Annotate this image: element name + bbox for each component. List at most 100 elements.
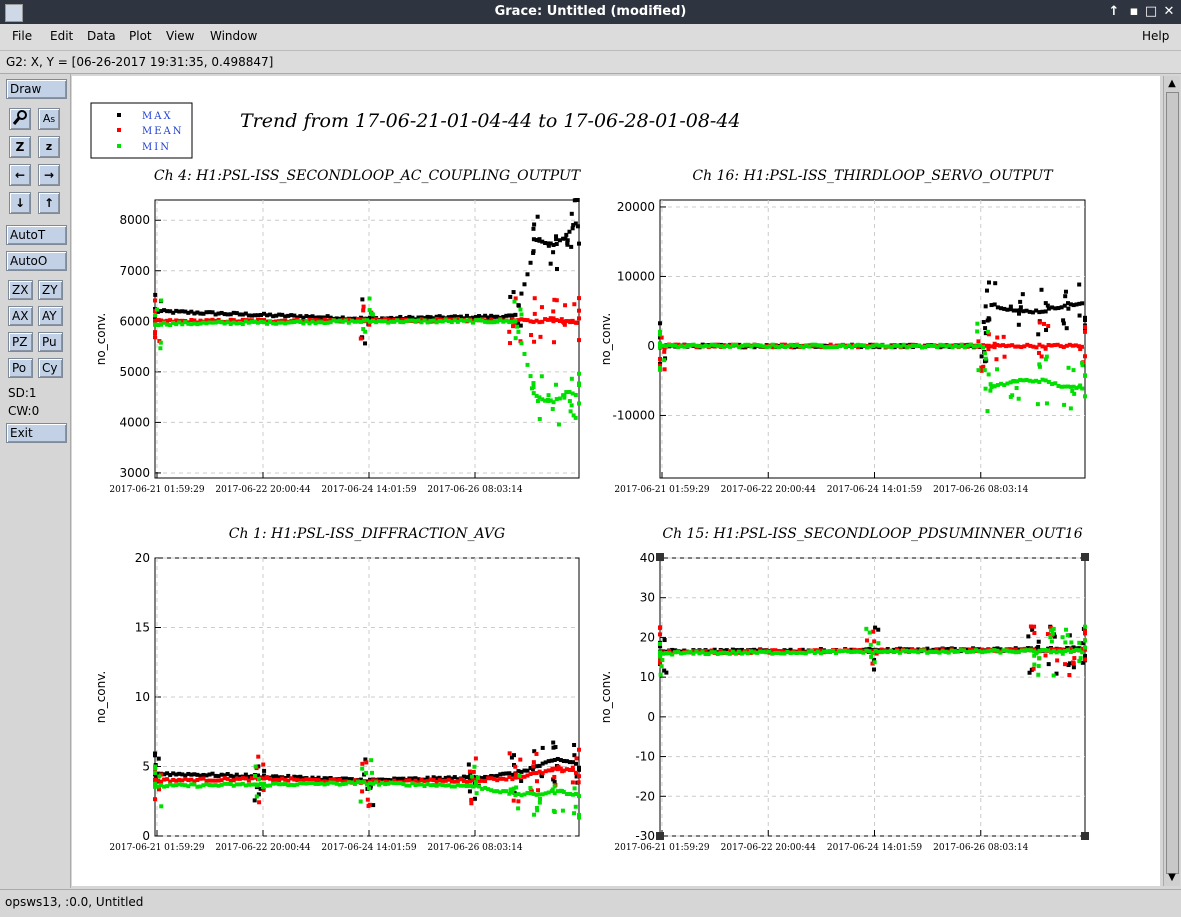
- close-icon[interactable]: ✕: [1160, 3, 1178, 21]
- data-point: [539, 374, 544, 379]
- data-point: [1072, 391, 1077, 396]
- scroll-up-icon[interactable]: ▲: [1166, 78, 1178, 90]
- zoom-out-icon[interactable]: z: [38, 136, 60, 158]
- menu-file[interactable]: File: [12, 29, 32, 43]
- x-tick-label: 2017-06-24 14:01:59: [321, 843, 416, 853]
- data-point: [507, 329, 512, 334]
- data-point: [577, 815, 581, 820]
- data-point: [658, 356, 662, 361]
- data-point: [550, 406, 555, 411]
- data-point: [1036, 332, 1041, 337]
- ax-button[interactable]: AX: [8, 306, 33, 326]
- menu-view[interactable]: View: [166, 29, 194, 43]
- data-point: [153, 781, 157, 786]
- data-point: [467, 769, 472, 774]
- autoo-button[interactable]: AutoO: [6, 251, 67, 271]
- data-point: [1039, 354, 1044, 359]
- ay-button[interactable]: AY: [38, 306, 63, 326]
- x-tick-label: 2017-06-21 01:59:29: [109, 485, 204, 495]
- data-point: [565, 242, 570, 247]
- data-point: [522, 351, 527, 356]
- menu-help[interactable]: Help: [1142, 29, 1169, 43]
- zy-button[interactable]: ZY: [38, 280, 63, 300]
- data-point: [367, 308, 372, 313]
- data-point: [986, 329, 991, 334]
- data-point: [574, 198, 579, 202]
- data-point: [257, 800, 262, 805]
- data-point: [508, 787, 513, 792]
- sd-label: SD:1: [8, 386, 37, 400]
- plot-svg[interactable]: MAX MEAN MIN Trend from 17-06-21-01-04-4…: [72, 76, 1160, 886]
- data-point: [155, 307, 160, 312]
- arrow-up-icon[interactable]: ↑: [38, 192, 60, 214]
- data-point: [1036, 350, 1041, 355]
- pz-button[interactable]: PZ: [8, 332, 33, 352]
- cy-button[interactable]: Cy: [38, 358, 63, 378]
- data-point: [262, 768, 267, 773]
- window-shade-icon[interactable]: ↑: [1105, 3, 1123, 21]
- menu-edit[interactable]: Edit: [50, 29, 73, 43]
- exit-button[interactable]: Exit: [6, 423, 67, 443]
- vertical-scrollbar[interactable]: ▲ ▼: [1163, 76, 1180, 886]
- data-point: [664, 670, 669, 675]
- scroll-down-icon[interactable]: ▼: [1166, 872, 1178, 884]
- po-button[interactable]: Po: [8, 358, 33, 378]
- data-point: [529, 333, 534, 338]
- maximize-icon[interactable]: □: [1142, 3, 1160, 21]
- data-point: [534, 751, 539, 756]
- data-point: [1037, 364, 1042, 369]
- data-point: [1048, 628, 1053, 633]
- arrow-down-icon[interactable]: ↓: [9, 192, 31, 214]
- data-point: [511, 290, 516, 295]
- data-point: [536, 788, 541, 793]
- minimize-icon[interactable]: ▪: [1125, 3, 1143, 21]
- y-axis-label: no_conv.: [94, 313, 108, 365]
- data-point: [1036, 639, 1041, 644]
- arrow-left-icon[interactable]: ←: [9, 164, 31, 186]
- zx-button[interactable]: ZX: [8, 280, 33, 300]
- data-point: [569, 211, 574, 216]
- data-point: [1044, 401, 1049, 406]
- data-point: [1060, 635, 1065, 640]
- data-point: [1020, 292, 1025, 297]
- data-point: [986, 280, 991, 285]
- zoom-in-icon[interactable]: Z: [9, 136, 31, 158]
- data-point: [1026, 634, 1031, 639]
- draw-button[interactable]: Draw: [6, 79, 67, 99]
- data-point: [577, 794, 581, 799]
- data-point: [864, 626, 869, 631]
- data-point: [1063, 294, 1068, 299]
- menu-data[interactable]: Data: [87, 29, 116, 43]
- plot-canvas[interactable]: MAX MEAN MIN Trend from 17-06-21-01-04-4…: [72, 76, 1160, 886]
- data-point: [563, 303, 568, 308]
- data-point: [576, 780, 581, 785]
- data-point: [575, 224, 580, 229]
- data-point: [547, 398, 552, 403]
- data-point: [531, 764, 536, 769]
- data-point: [568, 409, 573, 414]
- data-point: [519, 341, 524, 346]
- x-tick-label: 2017-06-22 20:00:44: [215, 843, 310, 853]
- data-point: [551, 250, 556, 255]
- data-point: [565, 238, 570, 243]
- data-point: [1032, 653, 1037, 658]
- data-point: [1032, 624, 1037, 629]
- autot-button[interactable]: AutoT: [6, 225, 67, 245]
- data-point: [983, 356, 988, 361]
- pu-button[interactable]: Pu: [38, 332, 63, 352]
- data-point: [992, 345, 997, 350]
- zoom-icon[interactable]: [9, 108, 31, 130]
- menu-plot[interactable]: Plot: [129, 29, 152, 43]
- data-point: [546, 243, 551, 248]
- data-point: [988, 388, 993, 393]
- text-icon[interactable]: As: [38, 108, 60, 130]
- arrow-right-icon[interactable]: →: [38, 164, 60, 186]
- data-point: [872, 667, 877, 672]
- menu-window[interactable]: Window: [210, 29, 257, 43]
- scroll-thumb[interactable]: [1166, 92, 1179, 874]
- data-point: [993, 281, 998, 286]
- data-point: [554, 266, 559, 271]
- data-point: [467, 789, 472, 794]
- data-point: [976, 368, 981, 373]
- data-point: [1060, 651, 1065, 656]
